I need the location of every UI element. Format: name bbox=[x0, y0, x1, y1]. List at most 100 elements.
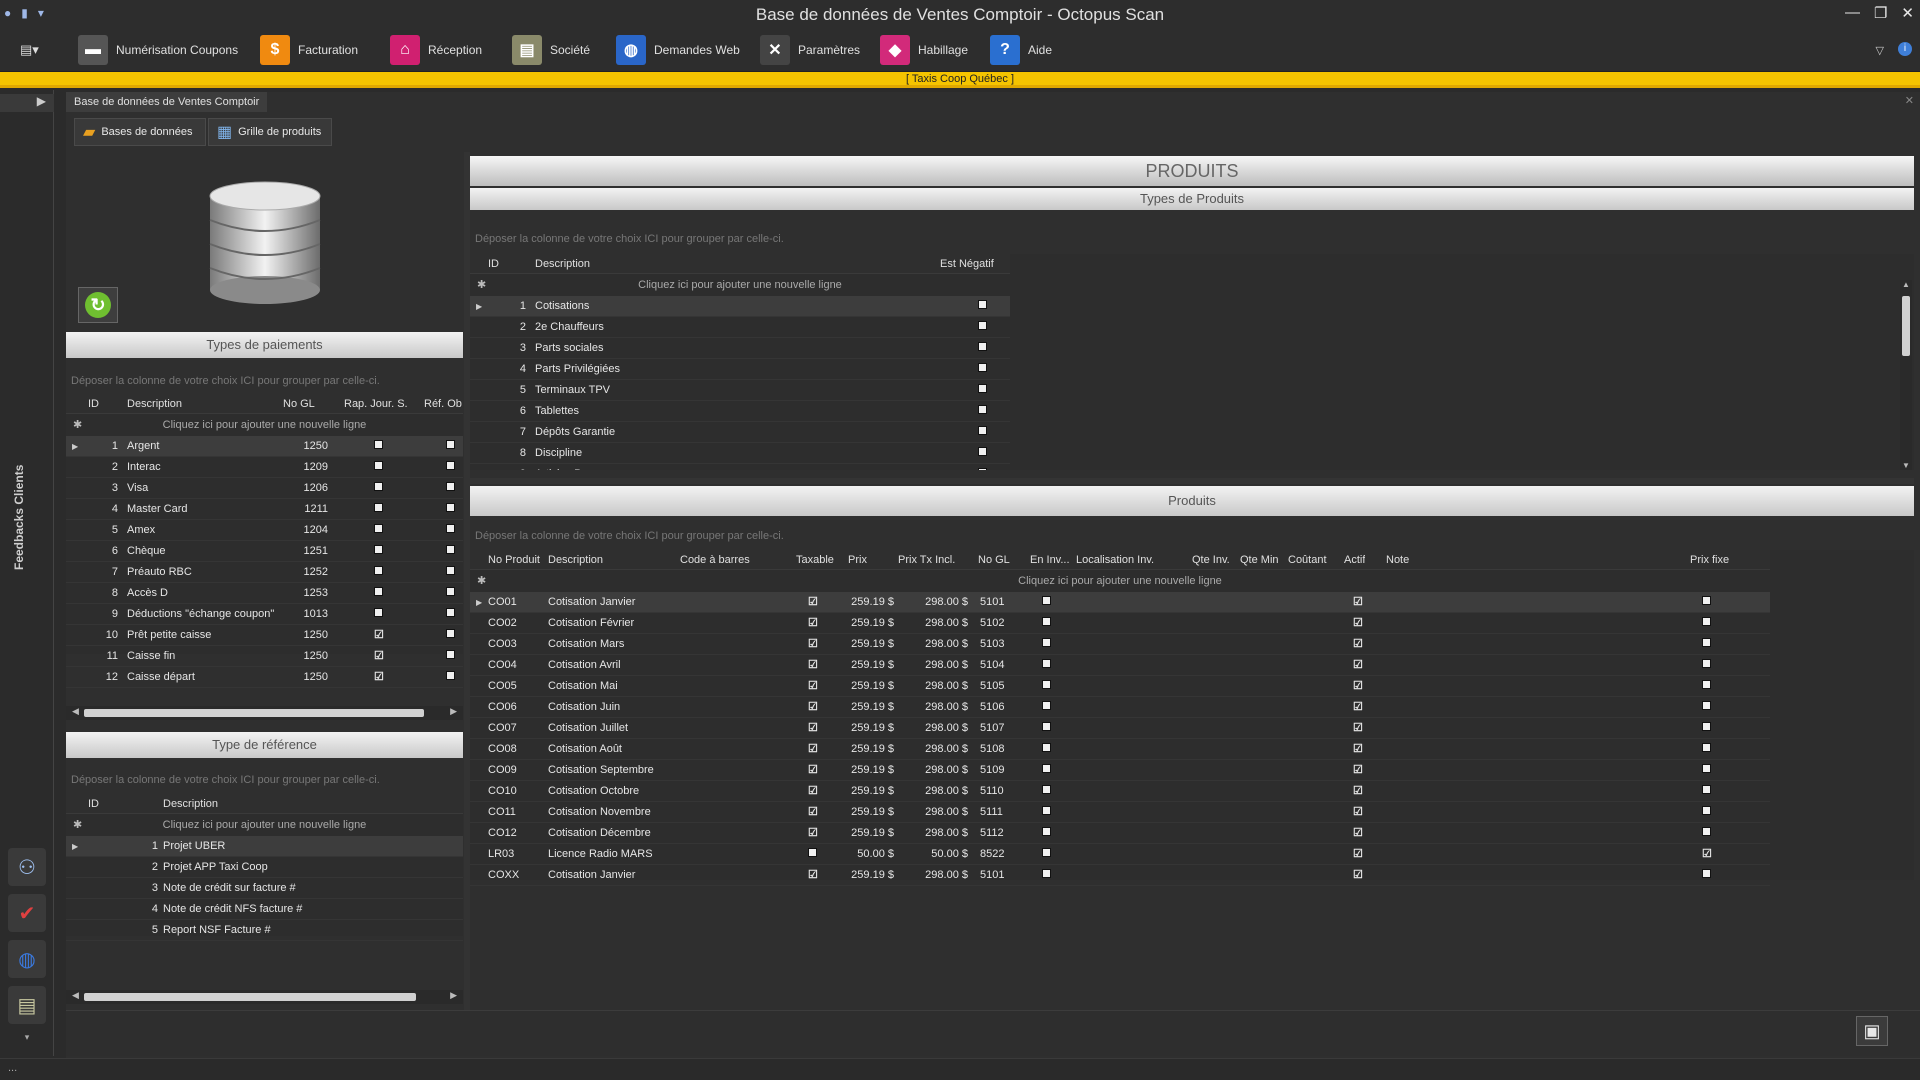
fixed-price-checkbox-unchecked[interactable] bbox=[1702, 869, 1711, 878]
negative-checkbox-unchecked[interactable] bbox=[978, 342, 987, 351]
rap-checkbox-checked[interactable]: ☑ bbox=[374, 671, 384, 684]
table-row[interactable]: 12 Caisse départ 1250 ☑ bbox=[66, 667, 463, 688]
fixed-price-checkbox-unchecked[interactable] bbox=[1702, 680, 1711, 689]
scroll-left-icon[interactable]: ◀ bbox=[72, 990, 79, 1001]
reference-types-scrollbar[interactable]: ◀ ▶ bbox=[66, 990, 463, 1004]
scroll-left-icon[interactable]: ◀ bbox=[72, 706, 79, 717]
horizontal-splitter[interactable] bbox=[470, 478, 1914, 484]
active-checkbox-checked[interactable]: ☑ bbox=[1353, 701, 1363, 714]
column-header[interactable]: No GL bbox=[283, 398, 315, 410]
table-row[interactable]: 4 Parts Privilégiées bbox=[470, 359, 1010, 380]
rap-checkbox-unchecked[interactable] bbox=[374, 440, 383, 449]
active-checkbox-checked[interactable]: ☑ bbox=[1353, 680, 1363, 693]
minimize-icon[interactable]: — bbox=[1845, 4, 1860, 22]
table-row[interactable]: CO08 Cotisation Août ☑ 259.19 $ 298.00 $ 5108… bbox=[470, 739, 1770, 760]
taxable-checkbox-checked[interactable]: ☑ bbox=[808, 638, 818, 651]
active-checkbox-checked[interactable]: ☑ bbox=[1353, 638, 1363, 651]
table-row[interactable]: 7 Préauto RBC 1252 bbox=[66, 562, 463, 583]
payment-types-new-row[interactable]: ✱ Cliquez ici pour ajouter une nouvelle … bbox=[66, 415, 463, 435]
column-header[interactable]: ID bbox=[88, 398, 99, 410]
inventory-checkbox-unchecked[interactable] bbox=[1042, 806, 1051, 815]
negative-checkbox-unchecked[interactable] bbox=[978, 405, 987, 414]
active-checkbox-checked[interactable]: ☑ bbox=[1353, 869, 1363, 882]
fixed-price-checkbox-unchecked[interactable] bbox=[1702, 827, 1711, 836]
menu-item-tools[interactable]: ✕ Paramètres bbox=[760, 34, 860, 66]
column-header[interactable]: Prix bbox=[848, 554, 867, 566]
table-row[interactable]: 3 Parts sociales bbox=[470, 338, 1010, 359]
table-row[interactable]: 3 Visa 1206 bbox=[66, 478, 463, 499]
table-row[interactable]: 5 Amex 1204 bbox=[66, 520, 463, 541]
tab-product-grid[interactable]: ▦ Grille de produits bbox=[208, 118, 332, 146]
ref-checkbox-unchecked[interactable] bbox=[446, 587, 455, 596]
table-row[interactable]: 9 Déductions "échange coupon" 1013 bbox=[66, 604, 463, 625]
rap-checkbox-unchecked[interactable] bbox=[374, 545, 383, 554]
rap-checkbox-unchecked[interactable] bbox=[374, 524, 383, 533]
taxable-checkbox-checked[interactable]: ☑ bbox=[808, 701, 818, 714]
taxable-checkbox-checked[interactable]: ☑ bbox=[808, 827, 818, 840]
active-checkbox-checked[interactable]: ☑ bbox=[1353, 596, 1363, 609]
column-header[interactable]: Taxable bbox=[796, 554, 834, 566]
column-header[interactable]: Description bbox=[163, 798, 218, 810]
table-row[interactable]: CO04 Cotisation Avril ☑ 259.19 $ 298.00 $ 510… bbox=[470, 655, 1770, 676]
column-header[interactable]: Coûtant bbox=[1288, 554, 1327, 566]
negative-checkbox-unchecked[interactable] bbox=[978, 384, 987, 393]
table-row[interactable]: 4 Note de crédit NFS facture # bbox=[66, 899, 463, 920]
table-row[interactable]: ▶ CO01 Cotisation Janvier ☑ 259.19 $ 298.00 $… bbox=[470, 592, 1770, 613]
table-row[interactable]: CO02 Cotisation Février ☑ 259.19 $ 298.00 $ 5… bbox=[470, 613, 1770, 634]
reference-types-new-row[interactable]: ✱ Cliquez ici pour ajouter une nouvelle … bbox=[66, 815, 463, 835]
table-row[interactable]: 11 Caisse fin 1250 ☑ bbox=[66, 646, 463, 667]
column-header[interactable]: Description bbox=[548, 554, 603, 566]
globe-icon[interactable]: ◍ bbox=[8, 940, 46, 978]
inventory-checkbox-unchecked[interactable] bbox=[1042, 659, 1051, 668]
payment-types-scrollbar[interactable]: ◀ ▶ bbox=[66, 706, 463, 720]
sidebar-more-icon[interactable]: ▾ bbox=[0, 1032, 54, 1043]
checklist-icon[interactable]: ✔ bbox=[8, 894, 46, 932]
column-header[interactable]: Prix fixe bbox=[1690, 554, 1729, 566]
ref-checkbox-unchecked[interactable] bbox=[446, 503, 455, 512]
ref-checkbox-unchecked[interactable] bbox=[446, 650, 455, 659]
table-row[interactable]: CO05 Cotisation Mai ☑ 259.19 $ 298.00 $ 5105 ☑ bbox=[470, 676, 1770, 697]
table-row[interactable]: 8 Accès D 1253 bbox=[66, 583, 463, 604]
binoculars-icon[interactable]: ⚇ bbox=[8, 848, 46, 886]
rap-checkbox-unchecked[interactable] bbox=[374, 482, 383, 491]
scroll-up-icon[interactable]: ▲ bbox=[1902, 280, 1910, 289]
rap-checkbox-unchecked[interactable] bbox=[374, 587, 383, 596]
table-row[interactable]: ▶ 1 Cotisations bbox=[470, 296, 1010, 317]
table-row[interactable]: 5 Report NSF Facture # bbox=[66, 920, 463, 941]
fixed-price-checkbox-unchecked[interactable] bbox=[1702, 722, 1711, 731]
close-icon[interactable]: ✕ bbox=[1901, 4, 1914, 22]
table-row[interactable]: 8 Discipline bbox=[470, 443, 1010, 464]
active-checkbox-checked[interactable]: ☑ bbox=[1353, 722, 1363, 735]
taxable-checkbox-checked[interactable]: ☑ bbox=[808, 764, 818, 777]
active-checkbox-checked[interactable]: ☑ bbox=[1353, 743, 1363, 756]
menu-item-reception-house[interactable]: ⌂ Réception bbox=[390, 34, 482, 66]
fixed-price-checkbox-unchecked[interactable] bbox=[1702, 743, 1711, 752]
ref-checkbox-unchecked[interactable] bbox=[446, 440, 455, 449]
product-types-vscrollbar[interactable]: ▲ ▼ bbox=[1900, 280, 1912, 470]
column-header[interactable]: En Inv... bbox=[1030, 554, 1070, 566]
column-header[interactable]: Description bbox=[535, 258, 590, 270]
inventory-checkbox-unchecked[interactable] bbox=[1042, 638, 1051, 647]
table-row[interactable]: CO07 Cotisation Juillet ☑ 259.19 $ 298.00 $ 5… bbox=[470, 718, 1770, 739]
menu-item-globe[interactable]: ◍ Demandes Web bbox=[616, 34, 740, 66]
fixed-price-checkbox-checked[interactable]: ☑ bbox=[1702, 848, 1712, 861]
ref-checkbox-unchecked[interactable] bbox=[446, 566, 455, 575]
column-header[interactable]: Actif bbox=[1344, 554, 1365, 566]
inventory-checkbox-unchecked[interactable] bbox=[1042, 827, 1051, 836]
inventory-checkbox-unchecked[interactable] bbox=[1042, 596, 1051, 605]
menu-item-invoice-dollar[interactable]: $ Facturation bbox=[260, 34, 358, 66]
taxable-checkbox-checked[interactable]: ☑ bbox=[808, 659, 818, 672]
taxable-checkbox-checked[interactable]: ☑ bbox=[808, 596, 818, 609]
menu-item-palette[interactable]: ◆ Habillage bbox=[880, 34, 968, 66]
negative-checkbox-unchecked[interactable] bbox=[978, 363, 987, 372]
inventory-checkbox-unchecked[interactable] bbox=[1042, 680, 1051, 689]
scroll-thumb[interactable] bbox=[84, 709, 424, 717]
table-row[interactable]: 6 Tablettes bbox=[470, 401, 1010, 422]
table-row[interactable]: ▶ 1 Projet UBER bbox=[66, 836, 463, 857]
column-header[interactable]: Prix Tx Incl. bbox=[898, 554, 955, 566]
taxable-checkbox-checked[interactable]: ☑ bbox=[808, 869, 818, 882]
fixed-price-checkbox-unchecked[interactable] bbox=[1702, 785, 1711, 794]
table-row[interactable]: 5 Terminaux TPV bbox=[470, 380, 1010, 401]
tab-databases[interactable]: ▰ Bases de données bbox=[74, 118, 206, 146]
fixed-price-checkbox-unchecked[interactable] bbox=[1702, 617, 1711, 626]
